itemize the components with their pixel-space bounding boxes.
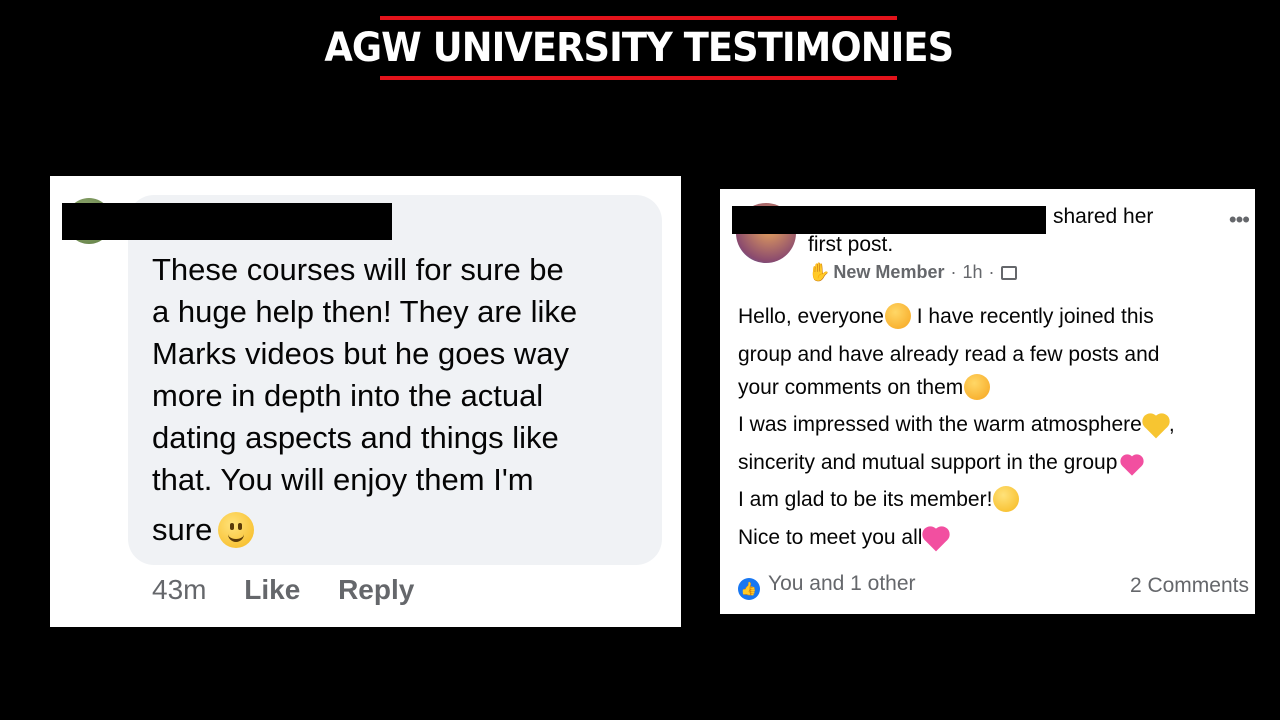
post-card: shared her first post. ✋ New Member · 1h… (720, 189, 1255, 614)
comment-line: a huge help then! They are like (152, 291, 662, 333)
comments-count[interactable]: 2 Comments (1130, 574, 1249, 598)
post-line: I was impressed with the warm atmosphere (738, 413, 1142, 436)
comment-card: These courses will for sure be a huge he… (50, 176, 681, 627)
post-body: Hello, everyone I have recently joined t… (738, 302, 1248, 560)
post-footer: 👍 You and 1 other 2 Comments (738, 572, 1249, 600)
reactions-label: You and 1 other (768, 572, 916, 595)
thumbs-up-icon: 👍 (738, 578, 760, 600)
yellow-heart-icon (1143, 411, 1169, 437)
comment-line: more in depth into the actual (152, 375, 662, 417)
comment-actions: 43m Like Reply (152, 574, 444, 606)
comment-line: sure (152, 512, 212, 547)
redacted-name (732, 206, 1046, 234)
comment-text: These courses will for sure be a huge he… (152, 249, 662, 551)
post-header: shared her (1053, 205, 1153, 229)
post-time[interactable]: 1h (962, 262, 982, 283)
comment-time: 43m (152, 574, 206, 605)
post-line: , (1169, 413, 1175, 436)
post-line: I am glad to be its member! (738, 488, 992, 511)
smiling-face-icon (964, 374, 990, 400)
grinning-face-icon (993, 486, 1019, 512)
comment-line: These courses will for sure be (152, 249, 662, 291)
post-meta: ✋ New Member · 1h · (808, 262, 1017, 283)
post-line: I have recently joined this (911, 305, 1154, 328)
two-hearts-icon (1118, 449, 1144, 475)
post-line: Nice to meet you all (738, 526, 922, 549)
redacted-name (62, 203, 392, 240)
wave-icon: ✋ (808, 262, 830, 283)
comment-line: that. You will enjoy them I'm (152, 459, 662, 501)
reply-button[interactable]: Reply (338, 574, 414, 605)
post-header-line2: first post. (808, 233, 893, 257)
more-options-icon[interactable]: ••• (1229, 207, 1249, 233)
group-members-icon (1001, 266, 1017, 280)
smiling-face-icon (885, 303, 911, 329)
page-title: AGW UNIVERSITY TESTIMONIES (324, 25, 953, 71)
post-line: Hello, everyone (738, 305, 884, 328)
post-line: group and have already read a few posts … (738, 343, 1159, 366)
title-banner: AGW UNIVERSITY TESTIMONIES (380, 16, 897, 80)
comment-line: dating aspects and things like (152, 417, 662, 459)
post-line: sincerity and mutual support in the grou… (738, 451, 1117, 474)
comment-line: Marks videos but he goes way (152, 333, 662, 375)
post-line: your comments on them (738, 376, 963, 399)
slightly-smiling-face-icon (218, 512, 254, 548)
sparkling-heart-icon (923, 524, 949, 550)
member-badge: New Member (833, 262, 944, 283)
reactions-summary[interactable]: 👍 You and 1 other (738, 572, 916, 600)
like-button[interactable]: Like (244, 574, 300, 605)
